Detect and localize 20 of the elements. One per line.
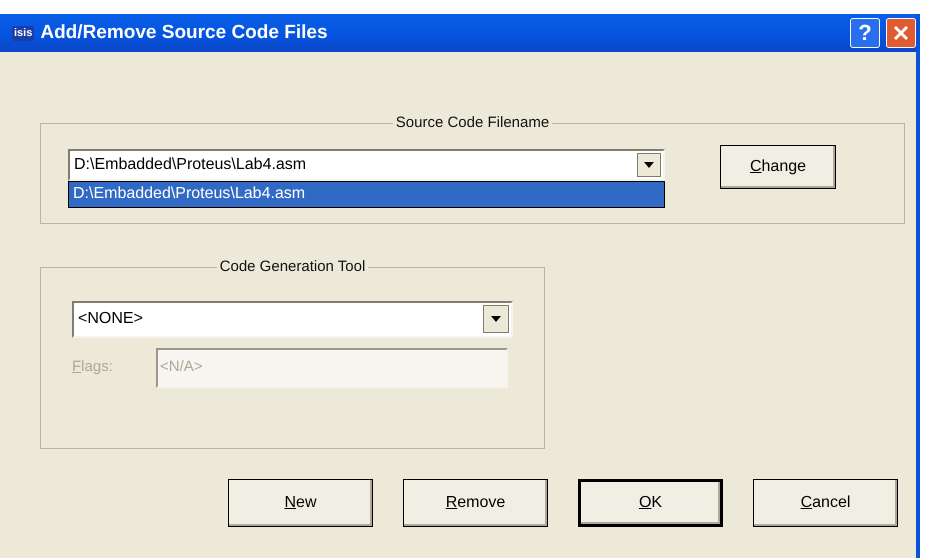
close-button[interactable] xyxy=(886,18,916,48)
dropdown-arrow-button[interactable] xyxy=(637,152,661,176)
dialog-button[interactable]: New xyxy=(228,479,373,527)
close-icon xyxy=(893,25,909,41)
dropdown[interactable]: D:\Embadded\Proteus\Lab4.asm xyxy=(68,148,665,180)
dropdown[interactable]: <NONE> xyxy=(72,300,513,338)
dialog-button[interactable]: OK xyxy=(578,479,723,527)
dropdown-arrow-button[interactable] xyxy=(483,305,509,333)
flags-label: Flags: xyxy=(72,357,114,378)
change-button[interactable]: Change xyxy=(720,144,836,188)
group-title: Source Code Filename xyxy=(394,113,550,133)
dialog-button[interactable]: Cancel xyxy=(753,479,898,527)
app-logo: isis xyxy=(12,26,34,40)
help-button[interactable]: ? xyxy=(850,18,880,48)
dialog-button[interactable]: Remove xyxy=(403,479,548,527)
group-title: Code Generation Tool xyxy=(218,257,366,277)
window-title: Add/Remove Source Code Files xyxy=(40,20,329,45)
caret-icon xyxy=(644,162,654,168)
dropdown-option[interactable]: D:\Embadded\Proteus\Lab4.asm xyxy=(69,182,664,206)
caret-icon xyxy=(491,316,501,322)
